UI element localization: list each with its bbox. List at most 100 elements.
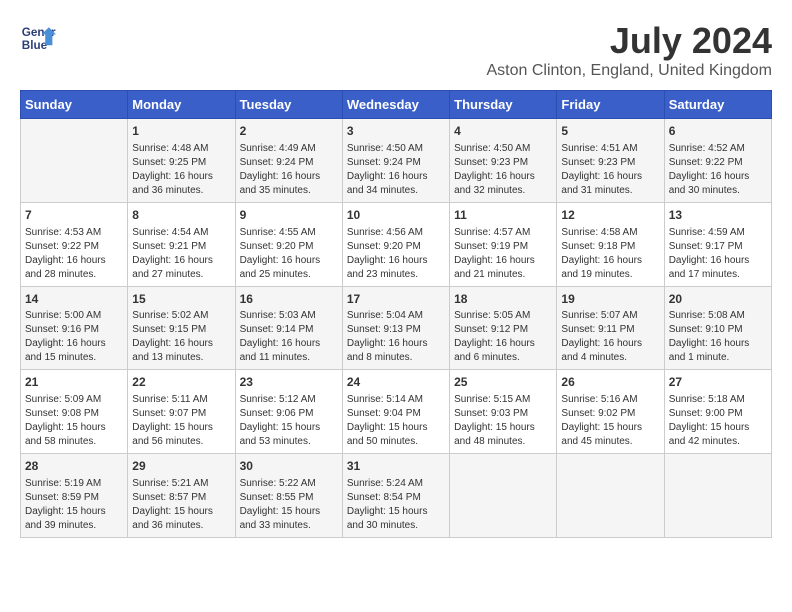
cell-content: Sunrise: 4:57 AM Sunset: 9:19 PM Dayligh…	[454, 226, 552, 282]
cell-content: Sunrise: 5:24 AM Sunset: 8:54 PM Dayligh…	[347, 477, 445, 533]
calendar-cell: 26Sunrise: 5:16 AM Sunset: 9:02 PM Dayli…	[557, 370, 664, 454]
day-number: 29	[132, 458, 230, 475]
day-number: 4	[454, 123, 552, 140]
header-day-wednesday: Wednesday	[342, 91, 449, 119]
day-number: 10	[347, 207, 445, 224]
day-number: 12	[561, 207, 659, 224]
calendar-cell	[557, 454, 664, 538]
calendar-cell: 16Sunrise: 5:03 AM Sunset: 9:14 PM Dayli…	[235, 286, 342, 370]
cell-content: Sunrise: 4:48 AM Sunset: 9:25 PM Dayligh…	[132, 142, 230, 198]
day-number: 23	[240, 374, 338, 391]
day-number: 21	[25, 374, 123, 391]
cell-content: Sunrise: 4:54 AM Sunset: 9:21 PM Dayligh…	[132, 226, 230, 282]
calendar-cell: 15Sunrise: 5:02 AM Sunset: 9:15 PM Dayli…	[128, 286, 235, 370]
header-day-monday: Monday	[128, 91, 235, 119]
cell-content: Sunrise: 5:19 AM Sunset: 8:59 PM Dayligh…	[25, 477, 123, 533]
calendar-cell: 5Sunrise: 4:51 AM Sunset: 9:23 PM Daylig…	[557, 119, 664, 203]
cell-content: Sunrise: 5:09 AM Sunset: 9:08 PM Dayligh…	[25, 393, 123, 449]
week-row-4: 28 Sunrise: 5:19 AM Sunset: 8:59 PM Dayli…	[21, 454, 772, 538]
cell-content: Sunrise: 5:18 AM Sunset: 9:00 PM Dayligh…	[669, 393, 767, 449]
calendar-cell: 3 Sunrise: 4:50 AM Sunset: 9:24 PM Daylig…	[342, 119, 449, 203]
header-row: SundayMondayTuesdayWednesdayThursdayFrid…	[21, 91, 772, 119]
calendar-cell: 9Sunrise: 4:55 AM Sunset: 9:20 PM Daylig…	[235, 202, 342, 286]
day-number: 1	[132, 123, 230, 140]
cell-content: Sunrise: 5:15 AM Sunset: 9:03 PM Dayligh…	[454, 393, 552, 449]
calendar-cell: 13 Sunrise: 4:59 AM Sunset: 9:17 PM Dayli…	[664, 202, 771, 286]
header-day-tuesday: Tuesday	[235, 91, 342, 119]
cell-content: Sunrise: 4:53 AM Sunset: 9:22 PM Dayligh…	[25, 226, 123, 282]
cell-content: Sunrise: 5:05 AM Sunset: 9:12 PM Dayligh…	[454, 309, 552, 365]
calendar-cell: 6 Sunrise: 4:52 AM Sunset: 9:22 PM Daylig…	[664, 119, 771, 203]
cell-content: Sunrise: 5:12 AM Sunset: 9:06 PM Dayligh…	[240, 393, 338, 449]
calendar-table: SundayMondayTuesdayWednesdayThursdayFrid…	[20, 90, 772, 538]
day-number: 18	[454, 291, 552, 308]
calendar-cell: 7 Sunrise: 4:53 AM Sunset: 9:22 PM Daylig…	[21, 202, 128, 286]
calendar-cell: 17Sunrise: 5:04 AM Sunset: 9:13 PM Dayli…	[342, 286, 449, 370]
cell-content: Sunrise: 5:14 AM Sunset: 9:04 PM Dayligh…	[347, 393, 445, 449]
calendar-cell: 18Sunrise: 5:05 AM Sunset: 9:12 PM Dayli…	[450, 286, 557, 370]
calendar-cell: 21 Sunrise: 5:09 AM Sunset: 9:08 PM Dayli…	[21, 370, 128, 454]
day-number: 27	[669, 374, 767, 391]
header-day-friday: Friday	[557, 91, 664, 119]
day-number: 28	[25, 458, 123, 475]
calendar-body: 1 Sunrise: 4:48 AM Sunset: 9:25 PM Daylig…	[21, 119, 772, 538]
subtitle: Aston Clinton, England, United Kingdom	[486, 62, 772, 80]
week-row-2: 14Sunrise: 5:00 AM Sunset: 9:16 PM Dayli…	[21, 286, 772, 370]
day-number: 5	[561, 123, 659, 140]
calendar-cell: 1 Sunrise: 4:48 AM Sunset: 9:25 PM Daylig…	[128, 119, 235, 203]
svg-text:Blue: Blue	[22, 39, 48, 52]
day-number: 30	[240, 458, 338, 475]
week-row-0: 1 Sunrise: 4:48 AM Sunset: 9:25 PM Daylig…	[21, 119, 772, 203]
calendar-cell: 20Sunrise: 5:08 AM Sunset: 9:10 PM Dayli…	[664, 286, 771, 370]
day-number: 11	[454, 207, 552, 224]
title-area: July 2024 Aston Clinton, England, United…	[486, 20, 772, 80]
calendar-cell: 25 Sunrise: 5:15 AM Sunset: 9:03 PM Dayli…	[450, 370, 557, 454]
calendar-cell: 24Sunrise: 5:14 AM Sunset: 9:04 PM Dayli…	[342, 370, 449, 454]
cell-content: Sunrise: 5:21 AM Sunset: 8:57 PM Dayligh…	[132, 477, 230, 533]
cell-content: Sunrise: 4:50 AM Sunset: 9:23 PM Dayligh…	[454, 142, 552, 198]
calendar-cell: 19Sunrise: 5:07 AM Sunset: 9:11 PM Dayli…	[557, 286, 664, 370]
cell-content: Sunrise: 4:56 AM Sunset: 9:20 PM Dayligh…	[347, 226, 445, 282]
day-number: 25	[454, 374, 552, 391]
calendar-cell: 4 Sunrise: 4:50 AM Sunset: 9:23 PM Daylig…	[450, 119, 557, 203]
day-number: 8	[132, 207, 230, 224]
day-number: 3	[347, 123, 445, 140]
day-number: 16	[240, 291, 338, 308]
day-number: 7	[25, 207, 123, 224]
calendar-cell: 10 Sunrise: 4:56 AM Sunset: 9:20 PM Dayli…	[342, 202, 449, 286]
logo: General Blue	[20, 20, 56, 56]
day-number: 14	[25, 291, 123, 308]
main-title: July 2024	[486, 20, 772, 62]
day-number: 20	[669, 291, 767, 308]
day-number: 15	[132, 291, 230, 308]
calendar-cell: 23 Sunrise: 5:12 AM Sunset: 9:06 PM Dayli…	[235, 370, 342, 454]
calendar-cell: 31 Sunrise: 5:24 AM Sunset: 8:54 PM Dayli…	[342, 454, 449, 538]
cell-content: Sunrise: 4:52 AM Sunset: 9:22 PM Dayligh…	[669, 142, 767, 198]
week-row-1: 7 Sunrise: 4:53 AM Sunset: 9:22 PM Daylig…	[21, 202, 772, 286]
calendar-cell: 2Sunrise: 4:49 AM Sunset: 9:24 PM Daylig…	[235, 119, 342, 203]
calendar-cell: 11 Sunrise: 4:57 AM Sunset: 9:19 PM Dayli…	[450, 202, 557, 286]
cell-content: Sunrise: 5:00 AM Sunset: 9:16 PM Dayligh…	[25, 309, 123, 365]
day-number: 13	[669, 207, 767, 224]
calendar-cell: 28 Sunrise: 5:19 AM Sunset: 8:59 PM Dayli…	[21, 454, 128, 538]
cell-content: Sunrise: 5:16 AM Sunset: 9:02 PM Dayligh…	[561, 393, 659, 449]
day-number: 19	[561, 291, 659, 308]
cell-content: Sunrise: 4:59 AM Sunset: 9:17 PM Dayligh…	[669, 226, 767, 282]
day-number: 6	[669, 123, 767, 140]
cell-content: Sunrise: 5:08 AM Sunset: 9:10 PM Dayligh…	[669, 309, 767, 365]
day-number: 9	[240, 207, 338, 224]
calendar-cell	[450, 454, 557, 538]
day-number: 31	[347, 458, 445, 475]
logo-icon: General Blue	[20, 20, 56, 56]
calendar-cell: 12 Sunrise: 4:58 AM Sunset: 9:18 PM Dayli…	[557, 202, 664, 286]
week-row-3: 21 Sunrise: 5:09 AM Sunset: 9:08 PM Dayli…	[21, 370, 772, 454]
cell-content: Sunrise: 4:58 AM Sunset: 9:18 PM Dayligh…	[561, 226, 659, 282]
cell-content: Sunrise: 5:02 AM Sunset: 9:15 PM Dayligh…	[132, 309, 230, 365]
day-number: 2	[240, 123, 338, 140]
header-day-thursday: Thursday	[450, 91, 557, 119]
cell-content: Sunrise: 5:04 AM Sunset: 9:13 PM Dayligh…	[347, 309, 445, 365]
calendar-cell	[21, 119, 128, 203]
header: General Blue July 2024 Aston Clinton, En…	[20, 20, 772, 80]
cell-content: Sunrise: 4:50 AM Sunset: 9:24 PM Dayligh…	[347, 142, 445, 198]
header-day-saturday: Saturday	[664, 91, 771, 119]
